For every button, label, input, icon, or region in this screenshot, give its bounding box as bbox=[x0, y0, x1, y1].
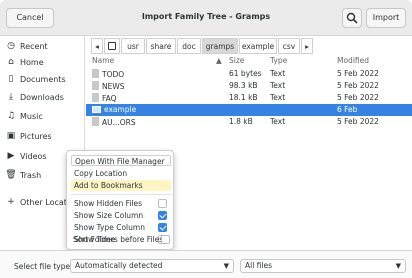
dropdown-arrow-icon: ▼ bbox=[395, 262, 401, 270]
checkbox-unchecked[interactable] bbox=[161, 235, 170, 244]
file-name: example bbox=[92, 105, 136, 114]
file-modified: 5 Feb 2022 bbox=[337, 69, 379, 78]
import-button[interactable]: Import bbox=[366, 8, 406, 28]
file-size: 1.8 kB bbox=[229, 117, 253, 126]
menu-item-label: Show Type Column bbox=[74, 223, 145, 232]
filetype-dropdown[interactable]: Automatically detected ▼ bbox=[70, 259, 234, 273]
file-type: Text bbox=[270, 69, 286, 78]
menu-item-open-with-file-manager[interactable]: Open With File Manager bbox=[71, 155, 171, 166]
sidebar-item-label: Trash bbox=[20, 170, 42, 180]
table-row[interactable]: AU...ORS 1.8 kB Text 5 Feb 2022 bbox=[86, 116, 412, 128]
file-size: 18.1 kB bbox=[229, 93, 258, 102]
root-drive-button[interactable] bbox=[104, 38, 120, 54]
sidebar-item-label: Other Locat bbox=[20, 197, 67, 207]
file-filter-dropdown[interactable]: All files ▼ bbox=[240, 259, 406, 273]
menu-item-show-hidden-files[interactable]: Show Hidden Files bbox=[71, 198, 171, 209]
sidebar-item-documents[interactable]: ▯ Documents bbox=[0, 69, 85, 89]
menu-item-label: Show Size Column bbox=[74, 211, 144, 220]
sidebar-item-pictures[interactable]: ▣ Pictures bbox=[0, 126, 85, 146]
filetype-dropdown-value: Automatically detected bbox=[75, 261, 163, 270]
home-icon: ⌂ bbox=[8, 57, 14, 67]
path-scroll-left-button[interactable]: ◂ bbox=[91, 38, 103, 54]
download-icon: ⤓ bbox=[9, 92, 13, 102]
menu-item-label: Show Hidden Files bbox=[74, 199, 143, 208]
file-icon bbox=[92, 93, 99, 102]
sidebar-item-music[interactable]: ♫ Music bbox=[0, 106, 85, 126]
file-chooser-dialog: Cancel Import Family Tree - Gramps Impor… bbox=[0, 0, 412, 278]
crumb-gramps[interactable]: gramps bbox=[202, 38, 238, 54]
path-scroll-right-button[interactable]: ▸ bbox=[301, 38, 313, 54]
file-type: Text bbox=[270, 93, 286, 102]
trash-icon: 🗑 bbox=[5, 170, 17, 180]
sidebar-item-label: Music bbox=[20, 111, 43, 121]
menu-item-copy-location[interactable]: Copy Location bbox=[71, 168, 171, 179]
column-header-name[interactable]: Name bbox=[92, 56, 114, 67]
video-icon: ▶ bbox=[7, 151, 15, 161]
crumb-share[interactable]: share bbox=[146, 38, 176, 54]
menu-item-show-size-column[interactable]: Show Size Column bbox=[71, 210, 171, 221]
file-size: 61 bytes bbox=[229, 69, 262, 78]
file-size: 98.3 kB bbox=[229, 81, 258, 90]
table-row[interactable]: TODO 61 bytes Text 5 Feb 2022 bbox=[86, 68, 412, 80]
file-name: AU...ORS bbox=[92, 117, 136, 127]
file-filter-dropdown-value: All files bbox=[245, 261, 273, 270]
table-row[interactable]: NEWS 98.3 kB Text 5 Feb 2022 bbox=[86, 80, 412, 92]
sidebar-item-label: Documents bbox=[20, 74, 66, 84]
column-header-modified[interactable]: Modified bbox=[337, 56, 369, 67]
plus-icon: + bbox=[7, 197, 15, 207]
sidebar-item-label: Recent bbox=[20, 41, 48, 51]
column-header-type[interactable]: Type bbox=[270, 56, 287, 67]
checkbox-checked[interactable] bbox=[158, 223, 167, 232]
sidebar-item-downloads[interactable]: ⤓ Downloads bbox=[0, 87, 85, 107]
menu-item-sort-folders-before-files-label[interactable]: Sort Folders before Files bbox=[70, 234, 170, 245]
file-type: Text bbox=[270, 81, 286, 90]
checkbox-checked[interactable] bbox=[158, 211, 167, 220]
sidebar-item-label: Home bbox=[20, 57, 44, 67]
picture-icon: ▣ bbox=[6, 131, 16, 141]
file-name: TODO bbox=[92, 69, 124, 79]
filetype-label: Select file type: bbox=[14, 262, 73, 271]
file-modified: 5 Feb 2022 bbox=[337, 81, 379, 90]
file-modified: 6 Feb bbox=[337, 105, 358, 114]
checkbox-unchecked[interactable] bbox=[158, 199, 167, 208]
header-bar: Cancel Import Family Tree - Gramps Impor… bbox=[0, 0, 412, 36]
footer-bar: Select file type: Automatically detected… bbox=[0, 250, 412, 278]
crumb-doc[interactable]: doc bbox=[177, 38, 201, 54]
file-name: NEWS bbox=[92, 81, 125, 91]
clock-icon: ◷ bbox=[7, 41, 15, 51]
crumb-usr[interactable]: usr bbox=[121, 38, 145, 54]
menu-item-show-type-column[interactable]: Show Type Column bbox=[71, 222, 171, 233]
menu-separator bbox=[71, 194, 171, 195]
crumb-example[interactable]: example bbox=[239, 38, 277, 54]
music-icon: ♫ bbox=[6, 111, 16, 121]
sidebar-item-label: Downloads bbox=[20, 92, 64, 102]
table-row[interactable]: FAQ 18.1 kB Text 5 Feb 2022 bbox=[86, 92, 412, 104]
dropdown-arrow-icon: ▼ bbox=[223, 262, 229, 270]
column-header-size[interactable]: Size bbox=[229, 56, 244, 67]
sidebar-item-label: Videos bbox=[20, 151, 47, 161]
document-icon: ▯ bbox=[8, 74, 14, 84]
drive-icon bbox=[108, 42, 116, 50]
path-bar: ◂ usr share doc gramps example csv ▸ bbox=[91, 38, 409, 54]
file-type: Text bbox=[270, 117, 286, 126]
file-icon bbox=[92, 117, 99, 126]
menu-item-label: Sort Folders before Files bbox=[73, 235, 164, 244]
table-row-selected[interactable]: example 6 Feb bbox=[86, 104, 412, 116]
sort-ascending-icon: ▲ bbox=[216, 56, 222, 65]
file-modified: 5 Feb 2022 bbox=[337, 93, 379, 102]
file-icon bbox=[92, 81, 99, 90]
folder-icon bbox=[92, 106, 101, 113]
file-name: FAQ bbox=[92, 93, 117, 103]
search-button[interactable] bbox=[342, 8, 362, 28]
search-icon bbox=[346, 12, 358, 24]
crumb-csv[interactable]: csv bbox=[278, 38, 300, 54]
file-modified: 5 Feb 2022 bbox=[337, 117, 379, 126]
sidebar-item-label: Pictures bbox=[20, 131, 52, 141]
menu-item-add-to-bookmarks[interactable]: Add to Bookmarks bbox=[71, 180, 171, 191]
file-icon bbox=[92, 69, 99, 78]
